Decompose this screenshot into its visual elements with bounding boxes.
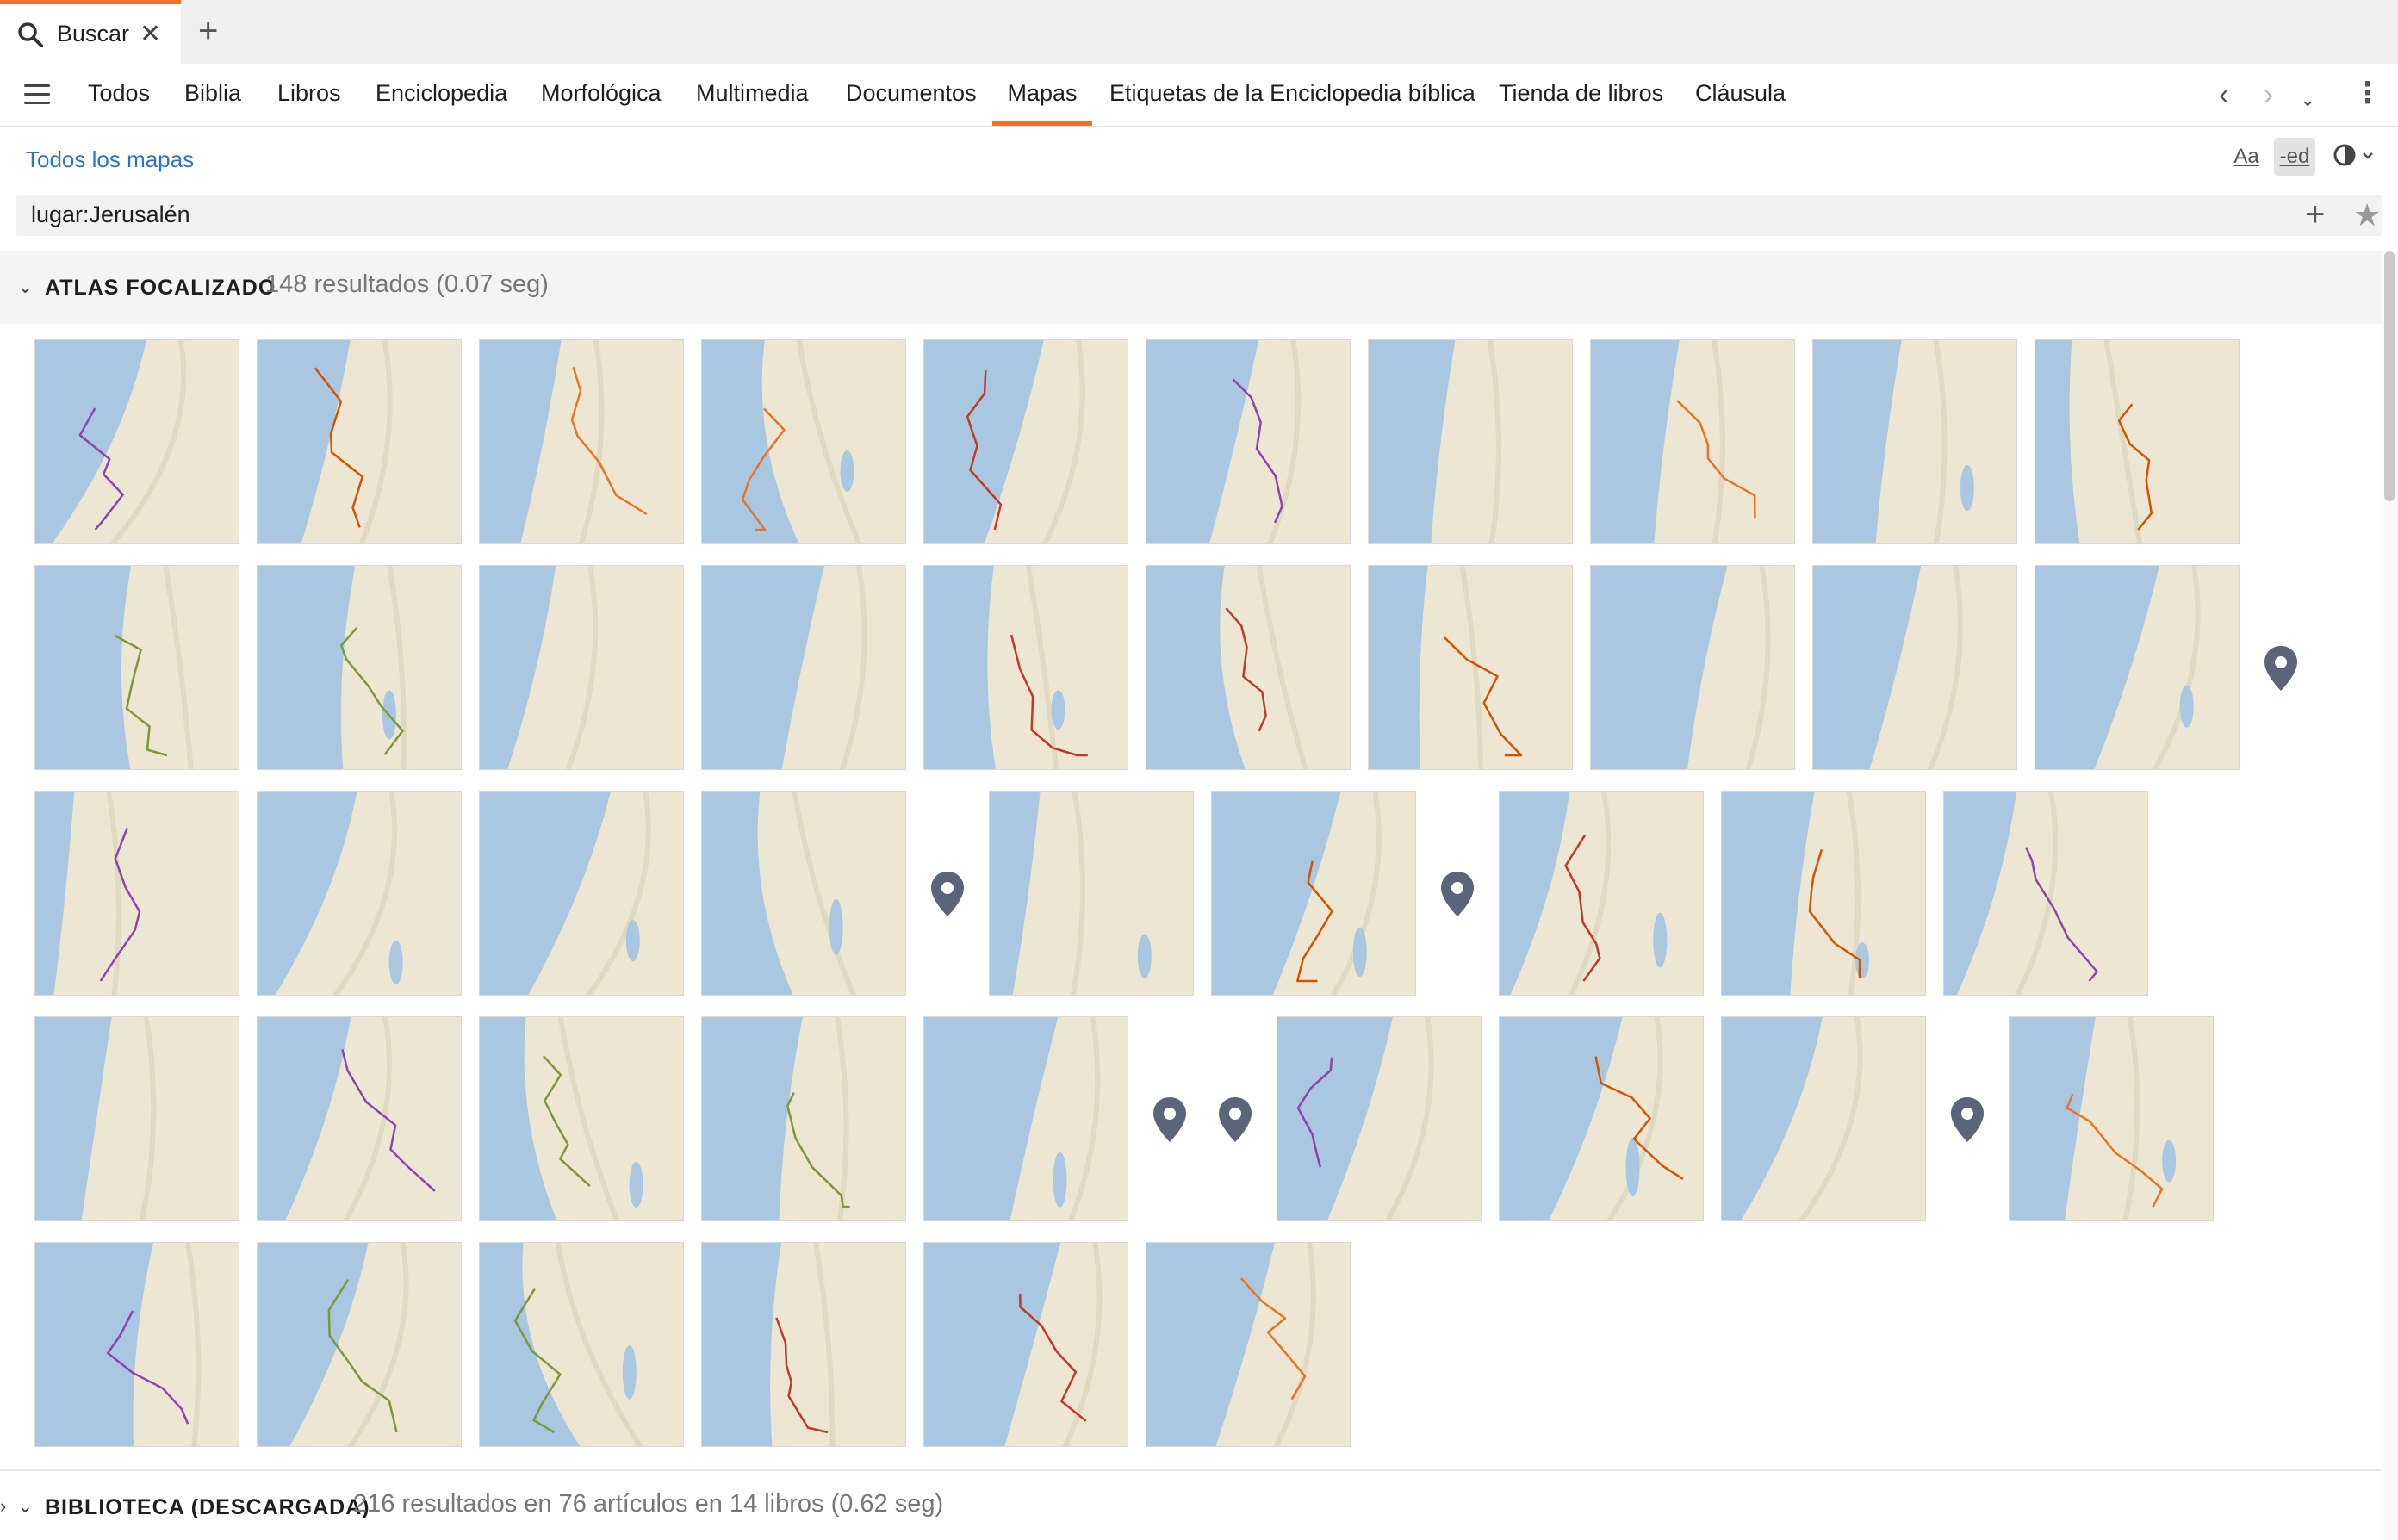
tab-tienda[interactable]: Tienda de libros bbox=[1499, 64, 1663, 126]
map-thumbnail[interactable] bbox=[2009, 1016, 2214, 1221]
map-thumbnail[interactable] bbox=[2035, 565, 2240, 770]
map-thumbnail[interactable] bbox=[1721, 1016, 1926, 1221]
search-query-bar[interactable] bbox=[16, 195, 2382, 236]
map-thumbnail[interactable] bbox=[479, 1242, 684, 1447]
tab-mapas[interactable]: Mapas bbox=[992, 64, 1092, 126]
tab-biblia[interactable]: Biblia bbox=[184, 64, 241, 126]
section-title: ATLAS FOCALIZADO bbox=[45, 276, 276, 300]
scrollbar-thumb[interactable] bbox=[2384, 251, 2395, 501]
map-thumbnail[interactable] bbox=[257, 565, 462, 770]
map-pin-icon[interactable] bbox=[1948, 1096, 1986, 1144]
map-thumbnail[interactable] bbox=[701, 1016, 906, 1221]
tab-strip: Buscar ✕ + bbox=[0, 0, 2398, 64]
map-pin-icon[interactable] bbox=[2262, 644, 2300, 692]
map-pin-icon[interactable] bbox=[1216, 1096, 1254, 1144]
tab-libros[interactable]: Libros bbox=[277, 64, 341, 126]
map-thumbnail[interactable] bbox=[923, 339, 1128, 544]
map-thumbnail[interactable] bbox=[1943, 791, 2148, 996]
tab-clausula[interactable]: Cláusula bbox=[1695, 64, 1786, 126]
map-thumbnail[interactable] bbox=[34, 1016, 239, 1221]
map-thumbnail[interactable] bbox=[1499, 1016, 1704, 1221]
library-result-count: 216 resultados en 76 artículos en 14 lib… bbox=[353, 1490, 944, 1518]
new-tab-plus-icon[interactable]: + bbox=[198, 12, 218, 50]
map-thumbnail[interactable] bbox=[989, 791, 1194, 996]
map-thumbnail[interactable] bbox=[479, 791, 684, 996]
chevron-right-icon[interactable]: › bbox=[2264, 79, 2273, 110]
map-thumbnail[interactable] bbox=[257, 339, 462, 544]
map-thumbnail[interactable] bbox=[1812, 339, 2017, 544]
map-thumbnail[interactable] bbox=[1146, 339, 1351, 544]
chevron-right-icon[interactable]: › bbox=[0, 1495, 6, 1518]
tab-todos[interactable]: Todos bbox=[88, 64, 150, 126]
result-count: 148 resultados (0.07 seg) bbox=[265, 270, 549, 298]
map-thumbnail[interactable] bbox=[1368, 565, 1573, 770]
font-size-button[interactable]: Aa bbox=[2227, 138, 2265, 176]
display-options-button[interactable] bbox=[2327, 138, 2379, 176]
tab-etiquetas[interactable]: Etiquetas de la Enciclopedia bíblica bbox=[1109, 64, 1475, 126]
tab-multimedia[interactable]: Multimedia bbox=[696, 64, 809, 126]
map-thumbnail[interactable] bbox=[1499, 791, 1704, 996]
map-thumbnail[interactable] bbox=[701, 339, 906, 544]
star-icon[interactable]: ★ bbox=[2353, 196, 2381, 234]
search-icon bbox=[18, 22, 43, 47]
add-plus-icon[interactable]: + bbox=[2305, 195, 2325, 234]
map-thumbnail[interactable] bbox=[257, 791, 462, 996]
map-thumbnail[interactable] bbox=[479, 339, 684, 544]
close-tab-icon[interactable]: ✕ bbox=[140, 20, 161, 49]
map-thumbnail[interactable] bbox=[34, 791, 239, 996]
map-thumbnail[interactable] bbox=[1721, 791, 1926, 996]
search-input[interactable]: lugar:Jerusalén bbox=[31, 202, 190, 228]
map-thumbnail[interactable] bbox=[701, 565, 906, 770]
map-thumbnail[interactable] bbox=[701, 791, 906, 996]
more-vertical-icon[interactable]: ⋮ bbox=[2353, 78, 2382, 109]
map-thumbnail[interactable] bbox=[257, 1242, 462, 1447]
map-thumbnail[interactable] bbox=[1590, 565, 1795, 770]
map-pin-icon[interactable] bbox=[1438, 870, 1476, 918]
map-thumbnail[interactable] bbox=[1590, 339, 1795, 544]
all-maps-link[interactable]: Todos los mapas bbox=[26, 146, 194, 173]
chevron-down-icon[interactable]: ⌄ bbox=[17, 276, 33, 298]
map-thumbnail[interactable] bbox=[923, 1242, 1128, 1447]
search-kind-nav: Todos Biblia Libros Enciclopedia Morfoló… bbox=[0, 64, 2398, 127]
map-thumbnail[interactable] bbox=[34, 1242, 239, 1447]
ed-inflection-button[interactable]: -ed bbox=[2274, 138, 2315, 176]
map-thumbnail[interactable] bbox=[34, 565, 239, 770]
map-thumbnail[interactable] bbox=[1146, 565, 1351, 770]
chevron-down-icon[interactable]: ⌄ bbox=[17, 1495, 33, 1518]
map-thumbnail[interactable] bbox=[1146, 1242, 1351, 1447]
map-thumbnail[interactable] bbox=[923, 1016, 1128, 1221]
hamburger-menu-icon[interactable] bbox=[24, 84, 50, 105]
map-thumbnail[interactable] bbox=[479, 1016, 684, 1221]
map-thumbnail[interactable] bbox=[923, 565, 1128, 770]
search-tab[interactable]: Buscar ✕ bbox=[0, 0, 181, 64]
tab-enciclopedia[interactable]: Enciclopedia bbox=[376, 64, 507, 126]
library-section-title: BIBLIOTECA (DESCARGADA) bbox=[45, 1495, 370, 1519]
tab-morfologica[interactable]: Morfológica bbox=[541, 64, 662, 126]
chevron-left-icon[interactable]: ‹ bbox=[2219, 79, 2228, 110]
map-pin-icon[interactable] bbox=[929, 870, 966, 918]
map-thumbnail[interactable] bbox=[479, 565, 684, 770]
map-thumbnail[interactable] bbox=[1812, 565, 2017, 770]
tab-documentos[interactable]: Documentos bbox=[846, 64, 977, 126]
chevron-down-icon[interactable]: ⌄ bbox=[2300, 84, 2315, 115]
section-divider bbox=[0, 1469, 2381, 1471]
contrast-icon bbox=[2333, 144, 2373, 166]
map-thumbnail[interactable] bbox=[1368, 339, 1573, 544]
map-thumbnail[interactable] bbox=[1277, 1016, 1482, 1221]
map-thumbnail[interactable] bbox=[2035, 339, 2240, 544]
map-pin-icon[interactable] bbox=[1151, 1096, 1189, 1144]
map-thumbnail[interactable] bbox=[701, 1242, 906, 1447]
atlas-section-header[interactable]: ⌄ ATLAS FOCALIZADO 148 resultados (0.07 … bbox=[0, 251, 2381, 324]
tab-label: Buscar bbox=[57, 21, 130, 47]
map-thumbnail[interactable] bbox=[34, 339, 239, 544]
map-thumbnail[interactable] bbox=[257, 1016, 462, 1221]
map-thumbnail[interactable] bbox=[1211, 791, 1416, 996]
